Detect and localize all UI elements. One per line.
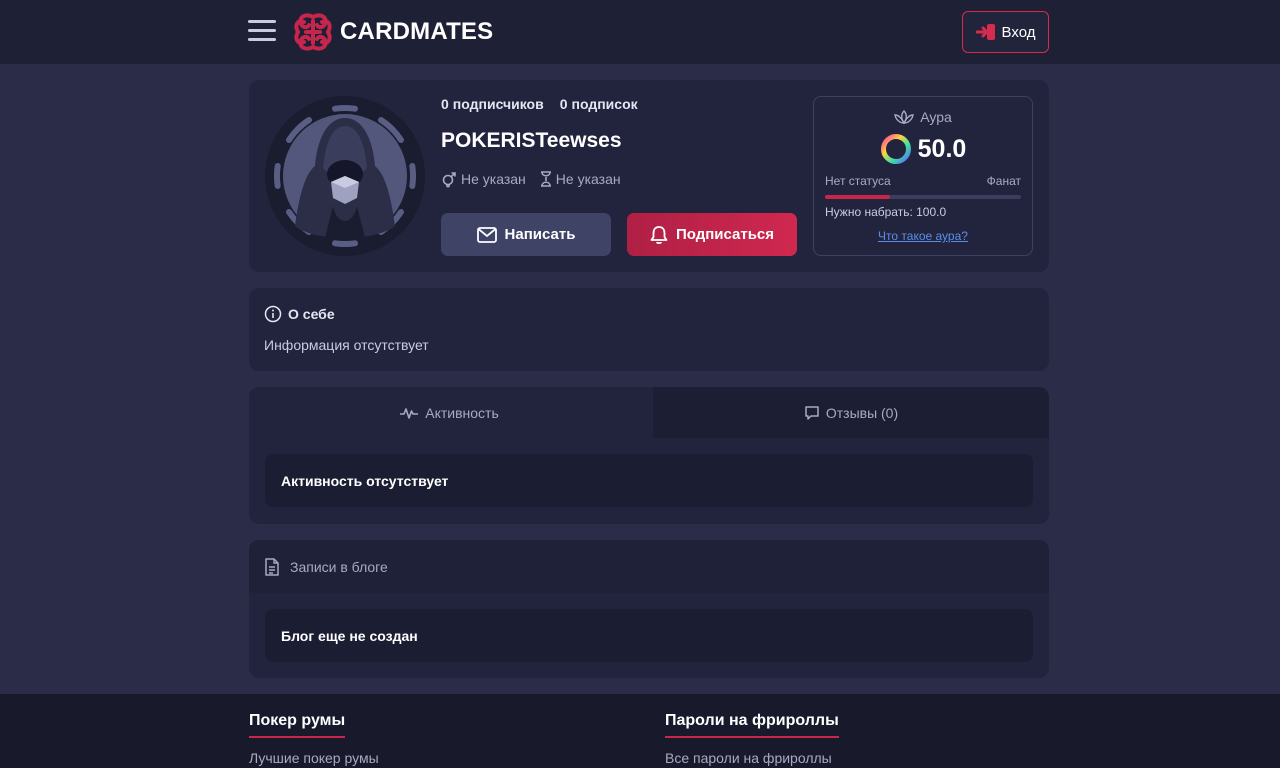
lotus-icon xyxy=(894,110,915,124)
aura-status-labels: Нет статуса Фанат xyxy=(825,174,1021,188)
age-value: Не указан xyxy=(555,171,621,187)
blog-title: Записи в блоге xyxy=(290,558,388,575)
profile-meta: Не указан Не указан xyxy=(441,170,621,188)
info-icon xyxy=(264,305,282,323)
subscribe-label: Подписаться xyxy=(675,226,775,243)
aura-info-link[interactable]: Что такое аура? xyxy=(814,229,1032,243)
followers-count[interactable]: 0 подписчиков xyxy=(441,96,544,112)
footer-link-best-poker-rooms[interactable]: Лучшие покер румы xyxy=(249,750,379,766)
aura-need-text: Нужно набрать: 100.0 xyxy=(825,205,947,219)
tab-reviews[interactable]: Отзывы (0) xyxy=(653,387,1049,438)
pulse-icon xyxy=(400,407,419,419)
login-icon xyxy=(975,24,995,40)
envelope-icon xyxy=(476,226,497,243)
footer-title-poker-rooms: Покер румы xyxy=(249,712,346,738)
subscribe-button[interactable]: Подписаться xyxy=(627,213,797,256)
aura-title: Аура xyxy=(814,109,1032,125)
footer-column-poker-rooms: Покер румы Лучшие покер румы xyxy=(249,712,379,766)
top-bar: CARDMATES Вход xyxy=(0,0,1280,64)
tab-activity[interactable]: Активность xyxy=(249,387,649,438)
login-button[interactable]: Вход xyxy=(962,11,1049,53)
document-icon xyxy=(265,557,279,576)
activity-card: Активность Отзывы (0) Активность отсутст… xyxy=(249,387,1049,524)
blog-empty-message: Блог еще не создан xyxy=(265,609,1033,662)
username: POKERISTeewses xyxy=(441,129,622,152)
activity-empty-message: Активность отсутствует xyxy=(265,454,1033,507)
age-info: Не указан xyxy=(540,170,621,188)
logo[interactable]: CARDMATES xyxy=(292,10,493,54)
anonymous-avatar-icon xyxy=(265,96,425,256)
about-text: Информация отсутствует xyxy=(264,337,429,353)
aura-progress-bar xyxy=(825,195,1021,199)
login-label: Вход xyxy=(1001,23,1036,41)
footer-title-freerolls: Пароли на фрироллы xyxy=(665,712,839,738)
write-label: Написать xyxy=(504,226,576,243)
aura-ring-icon xyxy=(880,134,911,164)
following-count[interactable]: 0 подписок xyxy=(560,96,638,112)
bell-icon xyxy=(650,225,668,244)
gender-info: Не указан xyxy=(441,170,526,188)
gender-value: Не указан xyxy=(461,171,526,187)
about-title: О себе xyxy=(264,305,335,323)
footer-link-all-freerolls[interactable]: Все пароли на фрироллы xyxy=(665,750,839,766)
hamburger-menu-icon[interactable] xyxy=(248,20,276,44)
aura-status-current: Нет статуса xyxy=(825,174,891,188)
aura-panel: Аура 50.0 Нет статуса Фанат Нужно набрат… xyxy=(813,96,1033,256)
blog-card: Записи в блоге Блог еще не создан xyxy=(249,540,1049,678)
footer-column-freerolls: Пароли на фрироллы Все пароли на фриролл… xyxy=(665,712,839,766)
footer: Покер румы Лучшие покер румы Пароли на ф… xyxy=(0,694,1280,768)
gender-icon xyxy=(442,172,456,188)
aura-status-next: Фанат xyxy=(986,174,1021,188)
about-card: О себе Информация отсутствует xyxy=(249,288,1049,371)
avatar xyxy=(265,96,425,256)
aura-value: 50.0 xyxy=(814,133,1032,165)
comment-icon xyxy=(805,405,819,420)
write-message-button[interactable]: Написать xyxy=(441,213,611,256)
blog-header: Записи в блоге xyxy=(249,540,1049,593)
aura-progress-fill xyxy=(825,195,890,199)
hourglass-icon xyxy=(540,171,551,187)
logo-text: CARDMATES xyxy=(340,18,494,45)
cardmates-logo-icon xyxy=(294,13,332,51)
follow-stats: 0 подписчиков 0 подписок xyxy=(441,96,638,112)
profile-card: 0 подписчиков 0 подписок POKERISTeewses Не… xyxy=(249,80,1049,272)
